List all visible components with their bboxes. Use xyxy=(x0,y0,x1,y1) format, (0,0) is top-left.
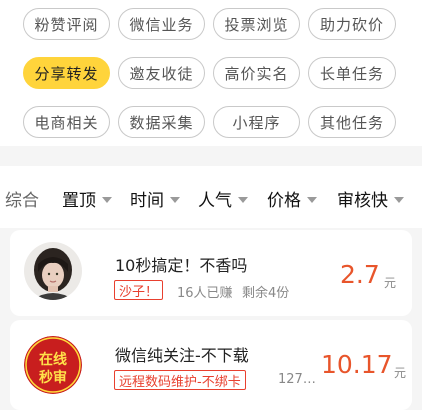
task-remaining: 剩余4份 xyxy=(242,286,290,301)
sort-label: 置顶 xyxy=(62,191,96,211)
sort-caret-icon xyxy=(238,196,248,203)
logo-text-line1: 在线 xyxy=(39,351,67,368)
category-filter-panel: 粉赞评阅 微信业务 投票浏览 助力砍价 分享转发 邀友收徒 高价实名 长单任务 … xyxy=(0,0,422,146)
sort-caret-icon xyxy=(307,196,317,203)
task-card[interactable]: 在线 秒审 微信纯关注-不下载 远程数码维护-不绑卡 127… 10.17 元 xyxy=(10,320,412,410)
sort-top[interactable]: 置顶 xyxy=(62,186,112,211)
task-title: 微信纯关注-不下载 xyxy=(115,346,249,365)
sort-label: 人气 xyxy=(198,191,232,211)
shop-logo: 在线 秒审 xyxy=(24,336,82,394)
sort-popularity[interactable]: 人气 xyxy=(198,186,248,211)
task-card[interactable]: 10秒搞定！不香吗 沙子！ 16人已赚 剩余4份 2.7 元 xyxy=(10,230,412,316)
sort-price[interactable]: 价格 xyxy=(267,186,317,211)
category-chip-other[interactable]: 其他任务 xyxy=(308,106,396,138)
sort-caret-icon xyxy=(170,196,180,203)
sort-fast-review[interactable]: 审核快 xyxy=(337,186,404,211)
sort-caret-icon xyxy=(394,196,404,203)
category-chip-data[interactable]: 数据采集 xyxy=(118,106,205,138)
task-earned-count: 127… xyxy=(278,372,316,387)
sort-caret-icon xyxy=(102,196,112,203)
category-chip-bargain[interactable]: 助力砍价 xyxy=(308,8,396,40)
sort-label: 价格 xyxy=(267,191,301,211)
sort-label: 审核快 xyxy=(337,191,388,211)
sort-time[interactable]: 时间 xyxy=(130,186,180,211)
avatar xyxy=(24,242,82,300)
category-chip-invite[interactable]: 邀友收徒 xyxy=(118,57,205,89)
logo-text-line2: 秒审 xyxy=(39,369,67,386)
category-chip-wechat[interactable]: 微信业务 xyxy=(118,8,205,40)
sort-comprehensive[interactable]: 综合 xyxy=(5,186,39,211)
task-price: 10.17 xyxy=(321,350,393,379)
category-chip-long-task[interactable]: 长单任务 xyxy=(308,57,396,89)
category-chip-likes[interactable]: 粉赞评阅 xyxy=(23,8,110,40)
sort-bar: 综合 置顶 时间 人气 价格 审核快 xyxy=(0,166,422,228)
sort-label: 综合 xyxy=(5,191,39,211)
price-unit: 元 xyxy=(394,366,407,380)
task-tag: 沙子！ xyxy=(114,280,164,300)
category-chip-miniprogram[interactable]: 小程序 xyxy=(213,106,300,138)
task-earned-count: 16人已赚 xyxy=(177,286,233,301)
category-chip-ecommerce[interactable]: 电商相关 xyxy=(23,106,110,138)
task-tag: 远程数码维护-不绑卡 xyxy=(114,370,246,390)
category-chip-share[interactable]: 分享转发 xyxy=(23,57,110,89)
task-title: 10秒搞定！不香吗 xyxy=(115,256,248,275)
sort-label: 时间 xyxy=(130,191,164,211)
price-unit: 元 xyxy=(384,276,397,290)
category-chip-vote[interactable]: 投票浏览 xyxy=(213,8,300,40)
task-price: 2.7 xyxy=(340,260,380,289)
category-chip-realname[interactable]: 高价实名 xyxy=(213,57,300,89)
